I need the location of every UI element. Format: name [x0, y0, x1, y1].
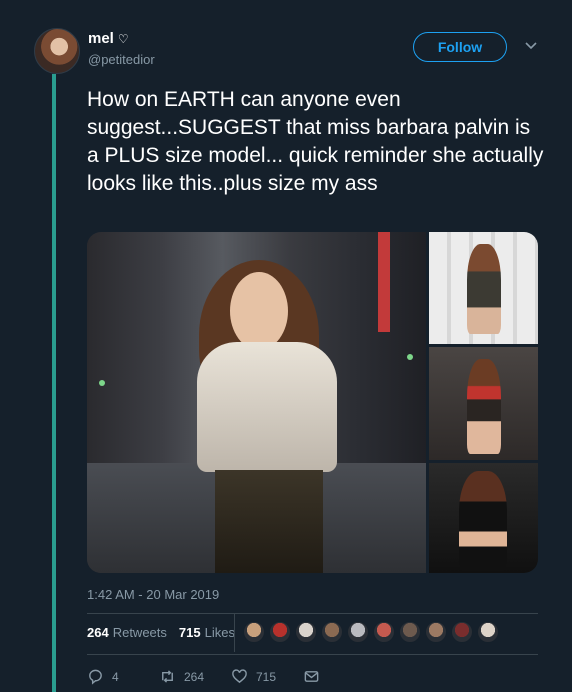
reply-action[interactable]: 4 [87, 668, 159, 685]
liker-avatar[interactable] [399, 621, 421, 643]
timestamp[interactable]: 1:42 AM - 20 Mar 2019 [87, 587, 219, 602]
divider [87, 613, 538, 614]
street-light [99, 380, 105, 386]
reply-icon [89, 669, 102, 685]
tweet-text: How on EARTH can anyone even suggest...S… [87, 88, 544, 195]
figure [467, 244, 501, 334]
street-light [407, 354, 413, 360]
message-action[interactable] [303, 668, 320, 685]
liker-avatar[interactable] [451, 621, 473, 643]
figure [459, 471, 507, 571]
liker-avatars [243, 621, 499, 643]
liker-avatar[interactable] [477, 621, 499, 643]
photo-main[interactable] [87, 232, 426, 573]
user-handle[interactable]: @petitedior [88, 52, 155, 67]
retweets-count[interactable]: 264 [87, 625, 109, 640]
figure-top [197, 342, 337, 472]
photo-side-1[interactable] [429, 232, 538, 344]
liker-avatar[interactable] [321, 621, 343, 643]
heart-emoji-icon: ♡ [117, 31, 129, 46]
liker-avatar[interactable] [347, 621, 369, 643]
figure-face [230, 272, 288, 350]
like-count: 715 [256, 669, 277, 684]
like-action[interactable]: 715 [231, 668, 303, 685]
liker-avatar[interactable] [269, 621, 291, 643]
avatar[interactable] [34, 28, 80, 74]
retweets-label[interactable]: Retweets [113, 625, 167, 640]
stats-row: 264 Retweets 715 Likes [87, 625, 235, 640]
figure [467, 359, 501, 454]
action-bar: 4 264 715 [87, 668, 320, 685]
divider [87, 654, 538, 655]
media-grid [87, 232, 538, 573]
photo-side-2[interactable] [429, 347, 538, 460]
retweet-action[interactable]: 264 [159, 668, 231, 685]
envelope-icon [304, 671, 319, 682]
heart-icon [232, 669, 247, 684]
chevron-down-icon[interactable] [524, 38, 538, 52]
likers-separator [234, 614, 235, 652]
likes-count[interactable]: 715 [179, 625, 201, 640]
thread-line [52, 74, 56, 692]
street-sign [378, 232, 390, 332]
reply-count: 4 [112, 669, 119, 684]
retweet-icon [162, 670, 173, 683]
figure-skirt [215, 470, 323, 573]
likes-label[interactable]: Likes [205, 625, 235, 640]
retweet-count: 264 [184, 669, 205, 684]
liker-avatar[interactable] [425, 621, 447, 643]
follow-button[interactable]: Follow [413, 32, 507, 62]
liker-avatar[interactable] [243, 621, 265, 643]
name-row: mel ♡ [88, 30, 129, 47]
liker-avatar[interactable] [295, 621, 317, 643]
liker-avatar[interactable] [373, 621, 395, 643]
display-name[interactable]: mel [88, 30, 114, 47]
photo-side-3[interactable] [429, 463, 538, 573]
